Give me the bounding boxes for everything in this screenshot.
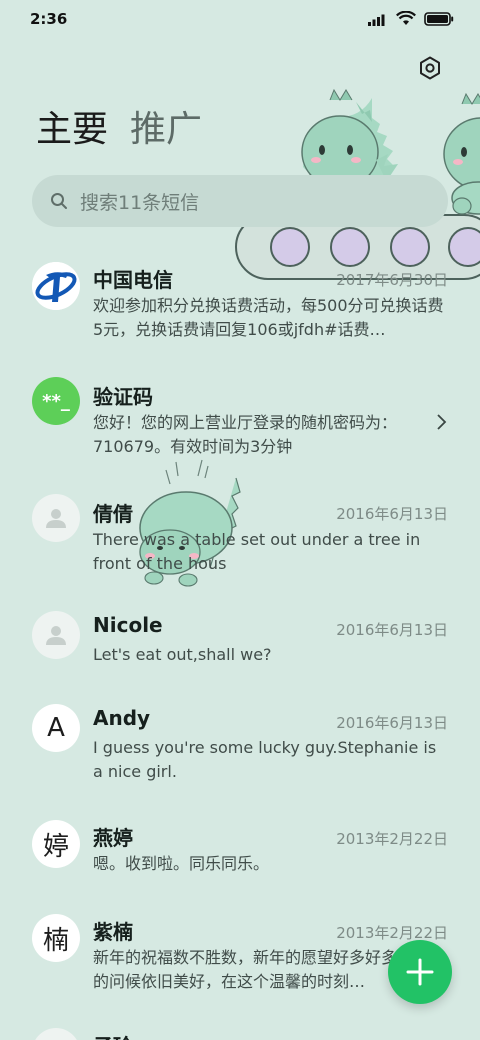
message-date: 2013年2月22日 [336, 924, 448, 942]
sender-name: 子玲 [93, 1030, 133, 1040]
sender-name: 燕婷 [93, 826, 133, 850]
contact-avatar [32, 1028, 80, 1040]
contact-avatar: 楠 [32, 914, 80, 962]
contact-avatar [32, 494, 80, 542]
message-preview: I guess you're some lucky guy.Stephanie … [93, 738, 437, 781]
battery-icon [424, 11, 454, 26]
new-message-button[interactable] [388, 940, 452, 1004]
message-item[interactable]: Nicole 2016年6月13日 Let's eat out,shall we… [0, 609, 480, 703]
message-date: 2013年2月22日 [336, 830, 448, 848]
sender-name: 验证码 [93, 385, 153, 409]
verify-avatar: **_ [32, 377, 80, 425]
chevron-right-icon [437, 414, 447, 430]
message-item[interactable]: 倩倩 2016年6月13日 There was a table set out … [0, 492, 480, 608]
message-item[interactable]: A Andy 2016年6月13日 I guess you're some lu… [0, 704, 480, 820]
signal-icon [368, 14, 385, 26]
message-item[interactable]: 婷 燕婷 2013年2月22日 嗯。收到啦。同乐同乐。 [0, 820, 480, 914]
message-preview: 嗯。收到啦。同乐同乐。 [93, 854, 270, 873]
message-item[interactable]: 中国电信 2017年6月30日 欢迎参加积分兑换话费活动，每500分可兑换话费5… [0, 258, 480, 374]
messages-screen: 2:36 主要 推广 搜索11条短信 中国电信 2017年6月30日 欢迎参加积… [0, 0, 480, 1040]
message-preview: There was a table set out under a tree i… [93, 530, 421, 573]
message-date: 2016年6月13日 [336, 505, 448, 523]
tab-promotions[interactable]: 推广 [130, 108, 202, 152]
tab-bar: 主要 推广 [36, 108, 202, 152]
search-icon [51, 193, 67, 209]
sender-name: 倩倩 [93, 502, 133, 526]
telecom-logo-avatar [32, 262, 80, 310]
person-icon [46, 509, 66, 528]
sender-name: 中国电信 [93, 268, 173, 292]
message-preview: 您好！您的网上营业厅登录的随机密码为：710679。有效时间为3分钟 [93, 413, 398, 456]
contact-avatar: A [32, 704, 80, 752]
sender-name: Andy [93, 706, 151, 730]
verify-avatar-text: **_ [42, 390, 70, 412]
settings-icon[interactable] [418, 56, 442, 80]
tab-primary[interactable]: 主要 [36, 108, 108, 152]
contact-avatar: 婷 [32, 820, 80, 868]
message-preview: 欢迎参加积分兑换话费活动，每500分可兑换话费5元，兑换话费请回复106或jfd… [93, 296, 444, 339]
message-preview: Let's eat out,shall we? [93, 645, 272, 664]
message-item[interactable]: **_ 验证码 您好！您的网上营业厅登录的随机密码为：710679。有效时间为3… [0, 375, 480, 491]
avatar-letter: A [47, 713, 65, 743]
message-item[interactable]: 子玲 [0, 1028, 480, 1040]
search-placeholder: 搜索11条短信 [80, 191, 200, 214]
sender-name: Nicole [93, 613, 163, 637]
contact-avatar [32, 611, 80, 659]
person-icon [46, 626, 66, 645]
message-date: 2017年6月30日 [336, 271, 448, 289]
telecom-logo-icon [32, 262, 80, 310]
message-date: 2016年6月13日 [336, 714, 448, 732]
avatar-letter: 婷 [42, 831, 69, 862]
plus-icon [406, 958, 434, 986]
status-bar: 2:36 [0, 0, 480, 40]
sender-name: 紫楠 [93, 920, 133, 944]
message-date: 2016年6月13日 [336, 621, 448, 639]
avatar-letter: 楠 [42, 925, 69, 956]
wifi-icon [396, 11, 416, 25]
status-time: 2:36 [30, 10, 68, 28]
search-input[interactable]: 搜索11条短信 [32, 175, 448, 227]
status-icons [368, 11, 454, 26]
